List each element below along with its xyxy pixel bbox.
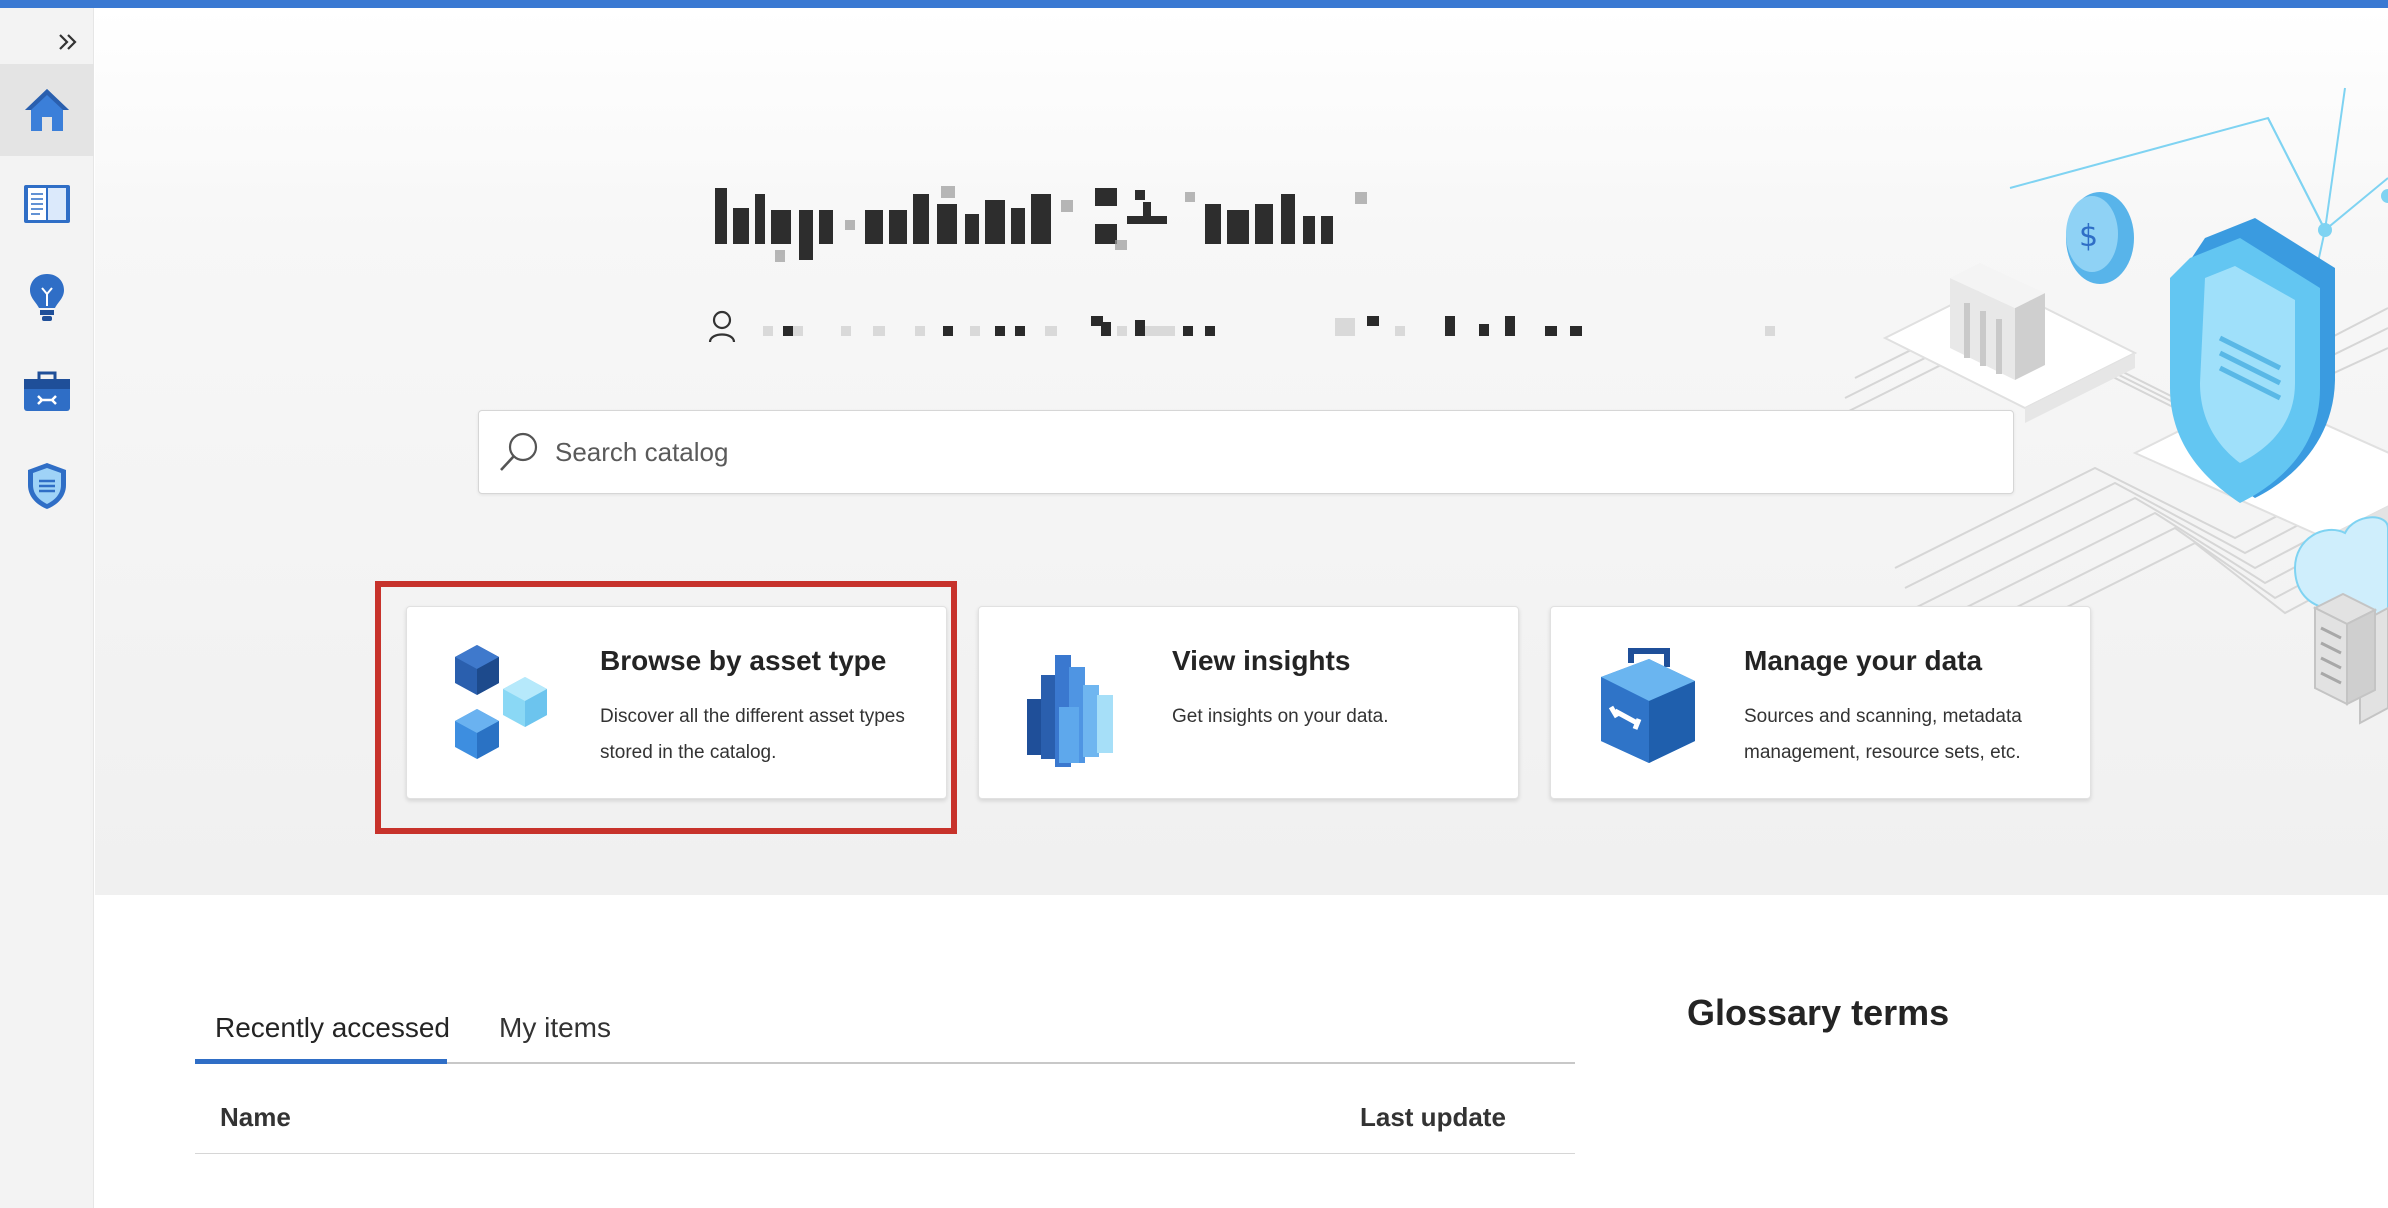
card-title: Manage your data xyxy=(1744,645,1983,676)
double-chevron-right-icon xyxy=(59,34,77,50)
table-header: Name Last update xyxy=(195,1090,1575,1154)
hero-banner: $ Search catalog Browse by asset type Di… xyxy=(95,8,2388,895)
sidebar-item-policy[interactable] xyxy=(0,440,94,532)
book-icon xyxy=(24,185,70,223)
lightbulb-icon xyxy=(30,274,64,321)
browse-by-asset-type-card[interactable]: Browse by asset type Discover all the di… xyxy=(406,606,947,799)
shield-icon xyxy=(28,463,66,509)
sidebar-item-data-catalog[interactable] xyxy=(0,158,94,250)
cubes-icon xyxy=(455,645,547,759)
sidebar-item-home[interactable] xyxy=(0,64,94,156)
toolbox-icon xyxy=(24,371,70,411)
search-icon xyxy=(500,432,538,471)
card-title: Browse by asset type xyxy=(600,645,887,676)
sidebar-item-management[interactable] xyxy=(0,346,94,438)
search-input[interactable] xyxy=(555,436,1955,468)
card-description: Get insights on your data. xyxy=(1172,706,1389,727)
tab-my-items[interactable]: My items xyxy=(499,1002,611,1064)
top-accent-bar xyxy=(0,0,2388,8)
home-icon xyxy=(25,89,69,131)
toolbox-icon xyxy=(1601,648,1695,763)
person-icon xyxy=(708,310,736,343)
card-title: View insights xyxy=(1172,645,1351,676)
glossary-terms-heading: Glossary terms xyxy=(1687,992,1950,1033)
column-name-header[interactable]: Name xyxy=(220,1102,291,1133)
recent-items-tabs: Recently accessed My items xyxy=(195,1002,1575,1064)
column-last-update-header[interactable]: Last update xyxy=(1360,1102,1506,1133)
sidebar xyxy=(0,8,94,1208)
sidebar-item-insights[interactable] xyxy=(0,252,94,344)
redacted-title xyxy=(715,186,1367,262)
view-insights-card[interactable]: View insights Get insights on your data. xyxy=(978,606,1519,799)
card-description: Discover all the different asset types s… xyxy=(600,706,905,763)
search-catalog-bar[interactable] xyxy=(478,410,2014,494)
bar-chart-icon xyxy=(1027,655,1113,767)
tab-recently-accessed[interactable]: Recently accessed xyxy=(195,1002,450,1064)
manage-your-data-card[interactable]: Manage your data Sources and scanning, m… xyxy=(1550,606,2091,799)
svg-text:$: $ xyxy=(2079,219,2098,254)
redacted-owner-row xyxy=(708,310,1775,343)
expand-sidebar-button[interactable] xyxy=(50,22,86,62)
card-description: Sources and scanning, metadata managemen… xyxy=(1744,706,2022,763)
